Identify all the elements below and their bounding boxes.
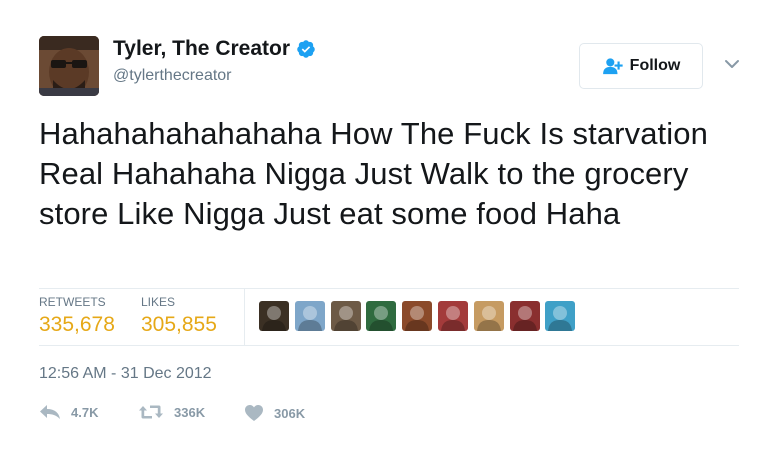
- follow-button[interactable]: Follow: [579, 43, 703, 89]
- reply-count: 4.7K: [71, 404, 99, 420]
- heart-icon: [245, 405, 263, 421]
- tweet-card: Tyler, The Creator @tylerthecreator Foll…: [0, 0, 779, 460]
- retweet-icon: [139, 405, 163, 419]
- liker-avatar[interactable]: [545, 301, 576, 331]
- liker-avatar[interactable]: [294, 301, 325, 331]
- stats-bottom-divider: [39, 345, 739, 346]
- retweets-label[interactable]: RETWEETS: [39, 295, 106, 309]
- retweet-count: 336K: [174, 404, 206, 420]
- author-handle[interactable]: @tylerthecreator: [113, 67, 232, 85]
- tweet-timestamp[interactable]: 12:56 AM - 31 Dec 2012: [39, 365, 212, 383]
- add-user-icon: [602, 58, 623, 75]
- tweet-text: Hahahahahahahaha How The Fuck Is starvat…: [39, 116, 708, 231]
- liker-avatar[interactable]: [437, 301, 468, 331]
- liker-avatar[interactable]: [259, 301, 289, 331]
- follow-button-label: Follow: [629, 57, 681, 74]
- liker-avatar[interactable]: [402, 301, 433, 331]
- reply-icon: [40, 405, 60, 419]
- author-name-row[interactable]: Tyler, The Creator: [113, 37, 316, 61]
- like-button[interactable]: 306K: [244, 404, 305, 422]
- liker-avatars: [259, 301, 581, 331]
- liker-avatar[interactable]: [509, 301, 540, 331]
- stats-separator: [244, 289, 245, 345]
- chevron-down-icon[interactable]: [724, 58, 740, 70]
- likes-count[interactable]: 305,855: [141, 313, 217, 337]
- stats-top-divider: [39, 288, 739, 289]
- author-avatar[interactable]: [39, 36, 99, 96]
- author-display-name[interactable]: Tyler, The Creator: [113, 37, 290, 61]
- retweets-count[interactable]: 335,678: [39, 313, 115, 337]
- liker-avatar[interactable]: [366, 301, 397, 331]
- reply-button[interactable]: 4.7K: [39, 404, 98, 420]
- likes-label[interactable]: LIKES: [141, 295, 175, 309]
- like-count: 306K: [274, 405, 306, 421]
- liker-avatar[interactable]: [473, 301, 504, 331]
- verified-badge-icon: [297, 40, 315, 58]
- retweet-button[interactable]: 336K: [138, 404, 205, 420]
- liker-avatar[interactable]: [330, 301, 361, 331]
